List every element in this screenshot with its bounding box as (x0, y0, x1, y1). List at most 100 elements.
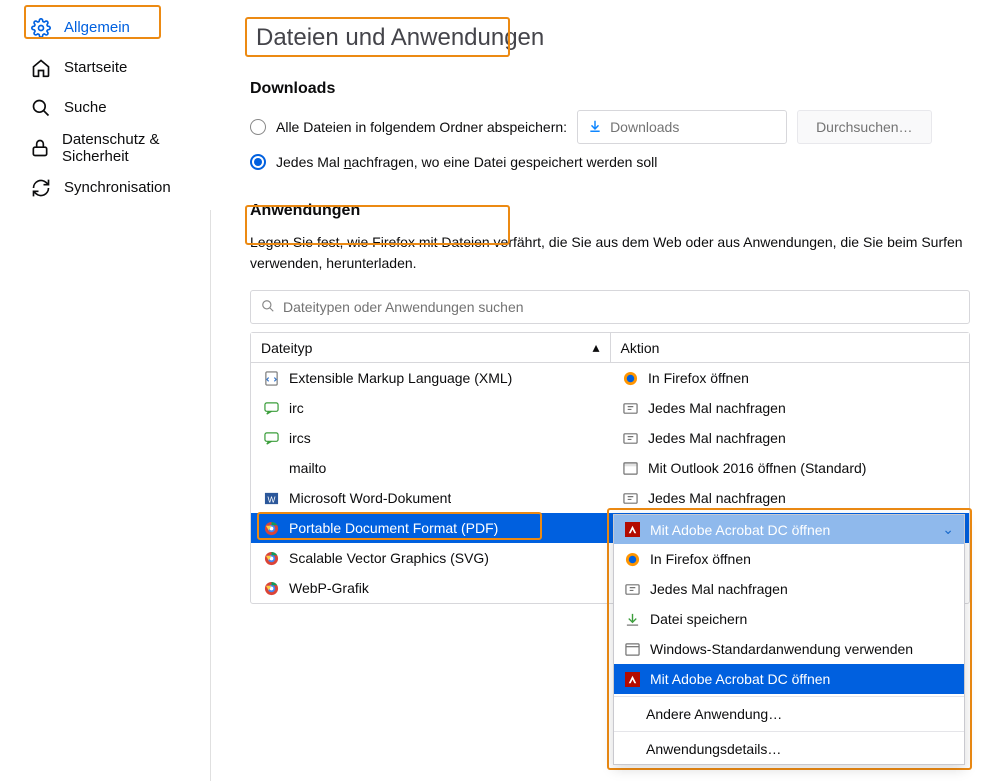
irc-icon (263, 400, 279, 416)
dropdown-separator (614, 696, 964, 697)
dropdown-item-label: Datei speichern (650, 611, 747, 627)
sidebar-item-label: Suche (64, 99, 107, 116)
adobe-icon (624, 671, 640, 687)
dropdown-item[interactable]: Mit Adobe Acrobat DC öffnen (614, 664, 964, 694)
search-placeholder: Dateitypen oder Anwendungen suchen (283, 299, 524, 315)
dropdown-item[interactable]: In Firefox öffnen (614, 544, 964, 574)
lock-icon (30, 137, 50, 159)
sort-asc-icon: ▴ (592, 339, 599, 356)
cell-action: Jedes Mal nachfragen (610, 400, 969, 416)
cell-type-text: Microsoft Word-Dokument (289, 490, 451, 506)
blank-icon (263, 460, 279, 476)
radio-ask-key: n (344, 154, 352, 170)
download-ask-row: Jedes Mal nachfragen, wo eine Datei gesp… (250, 154, 970, 170)
cell-action: Jedes Mal nachfragen (610, 430, 969, 446)
home-icon (30, 57, 52, 79)
browse-button[interactable]: Durchsuchen… (797, 110, 932, 144)
download-folder-field[interactable]: Downloads (577, 110, 787, 144)
dropdown-item-label: Windows-Standardanwendung verwenden (650, 641, 913, 657)
cell-type-text: Portable Document Format (PDF) (289, 520, 498, 536)
cell-type-text: irc (289, 400, 304, 416)
table-row[interactable]: W Microsoft Word-Dokument Jedes Mal nachfr… (251, 483, 969, 513)
sync-icon (30, 177, 52, 199)
cell-action-text: Jedes Mal nachfragen (648, 430, 786, 446)
xml-icon (263, 370, 279, 386)
chevron-down-icon: ⌄ (942, 521, 954, 538)
cell-type: Portable Document Format (PDF) (251, 520, 610, 536)
cell-type-text: WebP-Grafik (289, 580, 369, 596)
radio-save-label: Alle Dateien in folgendem Ordner abspeic… (276, 119, 567, 135)
dropdown-item-label: Jedes Mal nachfragen (650, 581, 788, 597)
cell-action-text: Mit Outlook 2016 öffnen (Standard) (648, 460, 866, 476)
cell-action: In Firefox öffnen (610, 370, 969, 386)
ask-icon (622, 490, 638, 506)
dropdown-item[interactable]: Andere Anwendung… (614, 699, 964, 729)
radio-ask-label: Jedes Mal nachfragen, wo eine Datei gesp… (276, 154, 657, 170)
table-row[interactable]: ircs Jedes Mal nachfragen (251, 423, 969, 453)
applications-search-input[interactable]: Dateitypen oder Anwendungen suchen (250, 290, 970, 324)
chrome-icon (263, 520, 279, 536)
chrome-icon (263, 580, 279, 596)
dropdown-separator (614, 731, 964, 732)
cell-action: Jedes Mal nachfragen (610, 490, 969, 506)
applications-heading: Anwendungen (250, 202, 970, 220)
download-folder-value: Downloads (610, 119, 679, 135)
radio-ask-prefix: Jedes Mal (276, 154, 344, 170)
dropdown-item[interactable]: Jedes Mal nachfragen (614, 574, 964, 604)
sidebar-item-general[interactable]: Allgemein (0, 8, 210, 48)
dropdown-selected[interactable]: Mit Adobe Acrobat DC öffnen ⌄ (614, 515, 964, 544)
main-panel: Dateien und Anwendungen Downloads Alle D… (210, 0, 992, 781)
action-dropdown: Mit Adobe Acrobat DC öffnen ⌄ In Firefox… (613, 514, 965, 765)
sidebar-item-label: Startseite (64, 59, 127, 76)
cell-type: Extensible Markup Language (XML) (251, 370, 610, 386)
dropdown-item[interactable]: Anwendungsdetails… (614, 734, 964, 764)
svg-text:W: W (267, 494, 275, 504)
column-header-type[interactable]: Dateityp ▴ (251, 333, 611, 362)
firefox-icon (622, 370, 638, 386)
cell-type: irc (251, 400, 610, 416)
table-row[interactable]: mailto Mit Outlook 2016 öffnen (Standard) (251, 453, 969, 483)
col-type-label: Dateityp (261, 340, 312, 356)
dropdown-item-label: In Firefox öffnen (650, 551, 751, 567)
cell-type: ircs (251, 430, 610, 446)
dropdown-selected-label: Mit Adobe Acrobat DC öffnen (650, 522, 830, 538)
dropdown-item[interactable]: Datei speichern (614, 604, 964, 634)
word-icon: W (263, 490, 279, 506)
settings-sidebar: Allgemein Startseite Suche Datenschutz &… (0, 0, 210, 781)
sidebar-item-label: Datenschutz & Sicherheit (62, 131, 192, 166)
cell-type-text: mailto (289, 460, 326, 476)
radio-ask-suffix: achfragen, wo eine Datei gespeichert wer… (352, 154, 658, 170)
adobe-icon (624, 522, 640, 538)
radio-save-to-folder[interactable] (250, 119, 266, 135)
search-icon (30, 97, 52, 119)
sidebar-item-label: Synchronisation (64, 179, 171, 196)
sidebar-item-label: Allgemein (64, 19, 130, 36)
cell-type: mailto (251, 460, 610, 476)
chrome-icon (263, 550, 279, 566)
cell-type: W Microsoft Word-Dokument (251, 490, 610, 506)
window-icon (624, 641, 640, 657)
radio-always-ask[interactable] (250, 154, 266, 170)
table-row[interactable]: Extensible Markup Language (XML)In Firef… (251, 363, 969, 393)
sidebar-item-home[interactable]: Startseite (0, 48, 210, 88)
download-folder-row: Alle Dateien in folgendem Ordner abspeic… (250, 110, 970, 144)
download-arrow-icon (588, 119, 602, 136)
outlook-icon (622, 460, 638, 476)
table-row[interactable]: irc Jedes Mal nachfragen (251, 393, 969, 423)
section-title: Dateien und Anwendungen (250, 22, 550, 54)
dropdown-item-label: Mit Adobe Acrobat DC öffnen (650, 671, 830, 687)
irc-icon (263, 430, 279, 446)
cell-type: Scalable Vector Graphics (SVG) (251, 550, 610, 566)
dropdown-item[interactable]: Windows-Standardanwendung verwenden (614, 634, 964, 664)
browse-button-label: Durchsuchen… (816, 119, 913, 135)
sidebar-item-sync[interactable]: Synchronisation (0, 168, 210, 208)
dropdown-item-label: Andere Anwendung… (646, 706, 782, 722)
save-icon (624, 611, 640, 627)
sidebar-item-search[interactable]: Suche (0, 88, 210, 128)
column-header-action[interactable]: Aktion (611, 333, 970, 362)
firefox-icon (624, 551, 640, 567)
cell-action-text: Jedes Mal nachfragen (648, 490, 786, 506)
ask-icon (624, 581, 640, 597)
sidebar-item-privacy[interactable]: Datenschutz & Sicherheit (0, 128, 210, 168)
downloads-heading: Downloads (250, 80, 970, 98)
